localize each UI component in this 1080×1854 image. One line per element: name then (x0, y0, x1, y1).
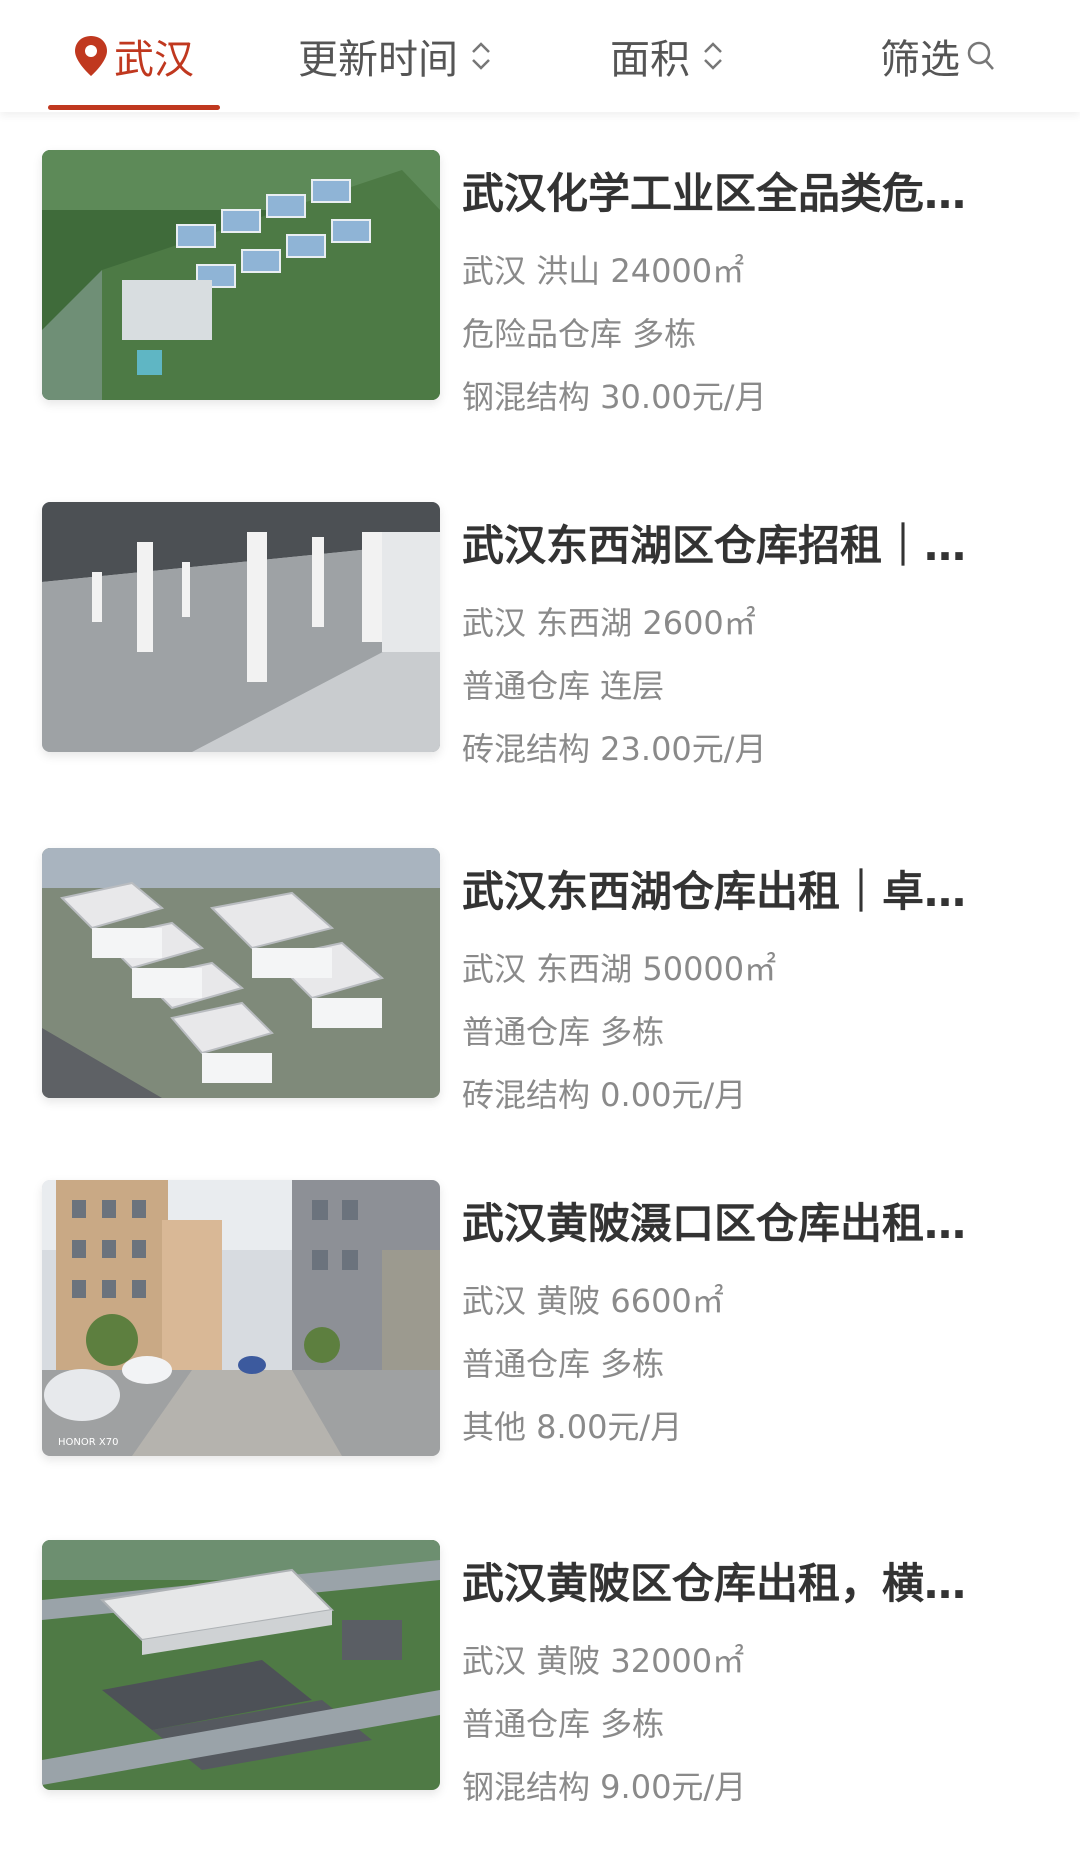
listing-photo[interactable] (42, 502, 440, 752)
listing-structure-price: 其他 8.00元/月 (462, 1408, 683, 1446)
listing-structure-price: 钢混结构 30.00元/月 (462, 378, 767, 416)
listing-location-area: 武汉 东西湖 50000㎡ (462, 950, 777, 988)
listing-type-floors: 普通仓库 多栋 (462, 1345, 665, 1383)
listing-photo[interactable] (42, 1540, 440, 1790)
listing-card[interactable]: 武汉东西湖仓库出租｜卓尔物流园仓库 武汉 东西湖 50000㎡ 普通仓库 多栋 … (0, 848, 1080, 1114)
listing-card[interactable]: HONOR X70 武汉黄陂滠口区仓库出租厂房出租 武汉 黄陂 6600㎡ 普通… (0, 1180, 1080, 1456)
listing-photo[interactable] (42, 150, 440, 400)
area-label: 面积 (610, 37, 690, 83)
active-tab-indicator (48, 105, 220, 110)
warehouse-aerial-rendering-image (42, 1540, 440, 1790)
filter-label: 筛选 (880, 37, 960, 83)
listing-card[interactable]: 武汉黄陂区仓库出租，横店物流园仓库 武汉 黄陂 32000㎡ 普通仓库 多栋 钢… (0, 1540, 1080, 1806)
listing-title: 武汉黄陂滠口区仓库出租厂房出租 (462, 1199, 1002, 1248)
city-selector[interactable]: 武汉 (72, 0, 194, 112)
listing-type-floors: 普通仓库 多栋 (462, 1705, 665, 1743)
listing-location-area: 武汉 洪山 24000㎡ (462, 252, 745, 290)
sort-area-tab[interactable]: 面积 (610, 0, 726, 112)
listing-structure-price: 钢混结构 9.00元/月 (462, 1768, 747, 1806)
listing-photo[interactable]: HONOR X70 (42, 1180, 440, 1456)
sort-arrows-icon (472, 42, 490, 70)
street-buildings-photo-image: HONOR X70 (42, 1180, 440, 1456)
sort-update-time-tab[interactable]: 更新时间 (298, 0, 494, 112)
listing-location-area: 武汉 黄陂 6600㎡ (462, 1282, 724, 1320)
warehouse-interior-image (42, 502, 440, 752)
listing-location-area: 武汉 东西湖 2600㎡ (462, 604, 756, 642)
search-icon (967, 41, 994, 70)
update-time-label: 更新时间 (298, 37, 458, 83)
filter-tab[interactable]: 筛选 (880, 0, 996, 112)
city-label: 武汉 (114, 37, 194, 83)
sort-arrows-icon (704, 42, 722, 70)
listing-type-floors: 普通仓库 多栋 (462, 1013, 665, 1051)
logistics-park-rendering-image (42, 848, 440, 1098)
listing-location-area: 武汉 黄陂 32000㎡ (462, 1642, 745, 1680)
listing-card[interactable]: 武汉东西湖区仓库招租｜高标仓库出租 武汉 东西湖 2600㎡ 普通仓库 连层 砖… (0, 502, 1080, 768)
listing-type-floors: 危险品仓库 多栋 (462, 315, 697, 353)
listing-photo[interactable] (42, 848, 440, 1098)
filter-bar: 武汉 更新时间 面积 筛选 (0, 0, 1080, 112)
listing-card[interactable]: 武汉化学工业区全品类危化品仓库出租 武汉 洪山 24000㎡ 危险品仓库 多栋 … (0, 150, 1080, 416)
listing-title: 武汉东西湖区仓库招租｜高标仓库出租 (462, 521, 1002, 570)
listing-structure-price: 砖混结构 0.00元/月 (462, 1076, 747, 1114)
photo-watermark: HONOR X70 (58, 1437, 118, 1448)
listing-title: 武汉东西湖仓库出租｜卓尔物流园仓库 (462, 867, 1002, 916)
aerial-industrial-park-image (42, 150, 440, 400)
listing-title: 武汉化学工业区全品类危化品仓库出租 (462, 169, 1002, 218)
listing-title: 武汉黄陂区仓库出租，横店物流园仓库 (462, 1559, 1002, 1608)
listing-structure-price: 砖混结构 23.00元/月 (462, 730, 767, 768)
listing-type-floors: 普通仓库 连层 (462, 667, 665, 705)
location-pin-icon (75, 36, 107, 76)
